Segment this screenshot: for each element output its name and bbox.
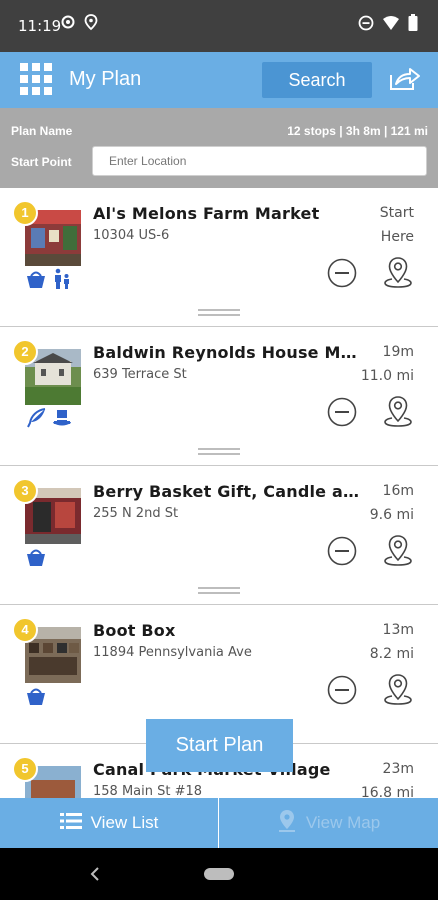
stop-travel-time: 23m bbox=[382, 761, 414, 777]
dnd-icon bbox=[358, 15, 374, 31]
plan-stats: 12 stops | 3h 8m | 121 mi bbox=[287, 124, 428, 138]
stop-distance: Here bbox=[380, 229, 414, 245]
home-pill-icon[interactable] bbox=[204, 868, 234, 880]
list-icon bbox=[59, 812, 82, 835]
stop-list[interactable]: 1 Al's Melons Farm Market 10304 US-6 Sta… bbox=[0, 188, 438, 798]
page-title: My Plan bbox=[69, 68, 142, 90]
status-time: 11:19 bbox=[18, 17, 62, 35]
stop-distance: 11.0 mi bbox=[360, 368, 414, 384]
drag-handle[interactable] bbox=[198, 309, 240, 316]
stop-distance: 9.6 mi bbox=[369, 507, 414, 523]
status-bar: 11:19 bbox=[0, 0, 438, 52]
stop-name[interactable]: Berry Basket Gift, Candle and ... bbox=[93, 482, 361, 501]
bottom-tab-bar: View List View Map bbox=[0, 798, 438, 848]
list-item[interactable]: 2 Baldwin Reynolds House Mus... 639 Terr… bbox=[0, 327, 438, 466]
family-icon bbox=[51, 268, 73, 295]
stop-address: 639 Terrace St bbox=[93, 367, 187, 382]
plan-name-label: Plan Name bbox=[11, 124, 73, 138]
map-marker-icon bbox=[277, 809, 297, 838]
stop-travel-time: 13m bbox=[382, 622, 414, 638]
share-icon[interactable] bbox=[388, 66, 422, 97]
start-point-input[interactable] bbox=[92, 146, 427, 176]
stop-name[interactable]: Baldwin Reynolds House Mus... bbox=[93, 343, 361, 362]
search-button[interactable]: Search bbox=[262, 62, 372, 98]
stop-address: 10304 US-6 bbox=[93, 228, 170, 243]
remove-stop-button[interactable] bbox=[327, 536, 357, 566]
stop-number-badge: 1 bbox=[12, 200, 38, 226]
tab-view-list[interactable]: View List bbox=[0, 798, 219, 848]
settings-icon bbox=[60, 14, 76, 31]
tab-view-map-label: View Map bbox=[305, 813, 381, 832]
stop-address: 158 Main St #18 bbox=[93, 784, 203, 798]
map-pin-icon[interactable] bbox=[383, 394, 413, 428]
stop-number-badge: 4 bbox=[12, 617, 38, 643]
stop-number-badge: 2 bbox=[12, 339, 38, 365]
system-nav-bar bbox=[0, 848, 438, 900]
start-plan-button[interactable]: Start Plan bbox=[146, 719, 293, 772]
stop-number-badge: 3 bbox=[12, 478, 38, 504]
tab-view-list-label: View List bbox=[90, 813, 159, 832]
app-header: My Plan Search bbox=[0, 52, 438, 108]
back-icon[interactable] bbox=[88, 865, 102, 888]
list-item[interactable]: 1 Al's Melons Farm Market 10304 US-6 Sta… bbox=[0, 188, 438, 327]
remove-stop-button[interactable] bbox=[327, 258, 357, 288]
stop-name[interactable]: Al's Melons Farm Market bbox=[93, 204, 361, 223]
stop-number-badge: 5 bbox=[12, 756, 38, 782]
map-pin-icon[interactable] bbox=[383, 255, 413, 289]
wifi-icon bbox=[382, 15, 400, 31]
drag-handle[interactable] bbox=[198, 587, 240, 594]
plan-summary-bar: Plan Name 12 stops | 3h 8m | 121 mi Star… bbox=[0, 108, 438, 188]
stop-address: 255 N 2nd St bbox=[93, 506, 179, 521]
stop-travel-time: 19m bbox=[382, 344, 414, 360]
remove-stop-button[interactable] bbox=[327, 675, 357, 705]
top-hat-icon bbox=[51, 407, 73, 434]
shopping-basket-icon bbox=[25, 546, 47, 573]
map-pin-icon[interactable] bbox=[383, 672, 413, 706]
stop-address: 11894 Pennsylvania Ave bbox=[93, 645, 252, 660]
shopping-basket-icon bbox=[25, 685, 47, 712]
stop-travel-time: Start bbox=[379, 205, 414, 221]
tab-view-map[interactable]: View Map bbox=[219, 798, 438, 848]
battery-icon bbox=[408, 14, 418, 31]
stop-distance: 8.2 mi bbox=[369, 646, 414, 662]
map-pin-icon[interactable] bbox=[383, 533, 413, 567]
grid-menu-icon[interactable] bbox=[20, 63, 52, 95]
stop-distance: 16.8 mi bbox=[360, 785, 414, 798]
shopping-basket-icon bbox=[25, 268, 47, 295]
list-item[interactable]: 3 Berry Basket Gift, Candle and ... 255 … bbox=[0, 466, 438, 605]
remove-stop-button[interactable] bbox=[327, 397, 357, 427]
stop-name[interactable]: Boot Box bbox=[93, 621, 361, 640]
start-point-label: Start Point bbox=[11, 155, 72, 169]
drag-handle[interactable] bbox=[198, 448, 240, 455]
location-pin-icon bbox=[84, 14, 98, 31]
stop-travel-time: 16m bbox=[382, 483, 414, 499]
quill-pen-icon bbox=[25, 407, 47, 434]
